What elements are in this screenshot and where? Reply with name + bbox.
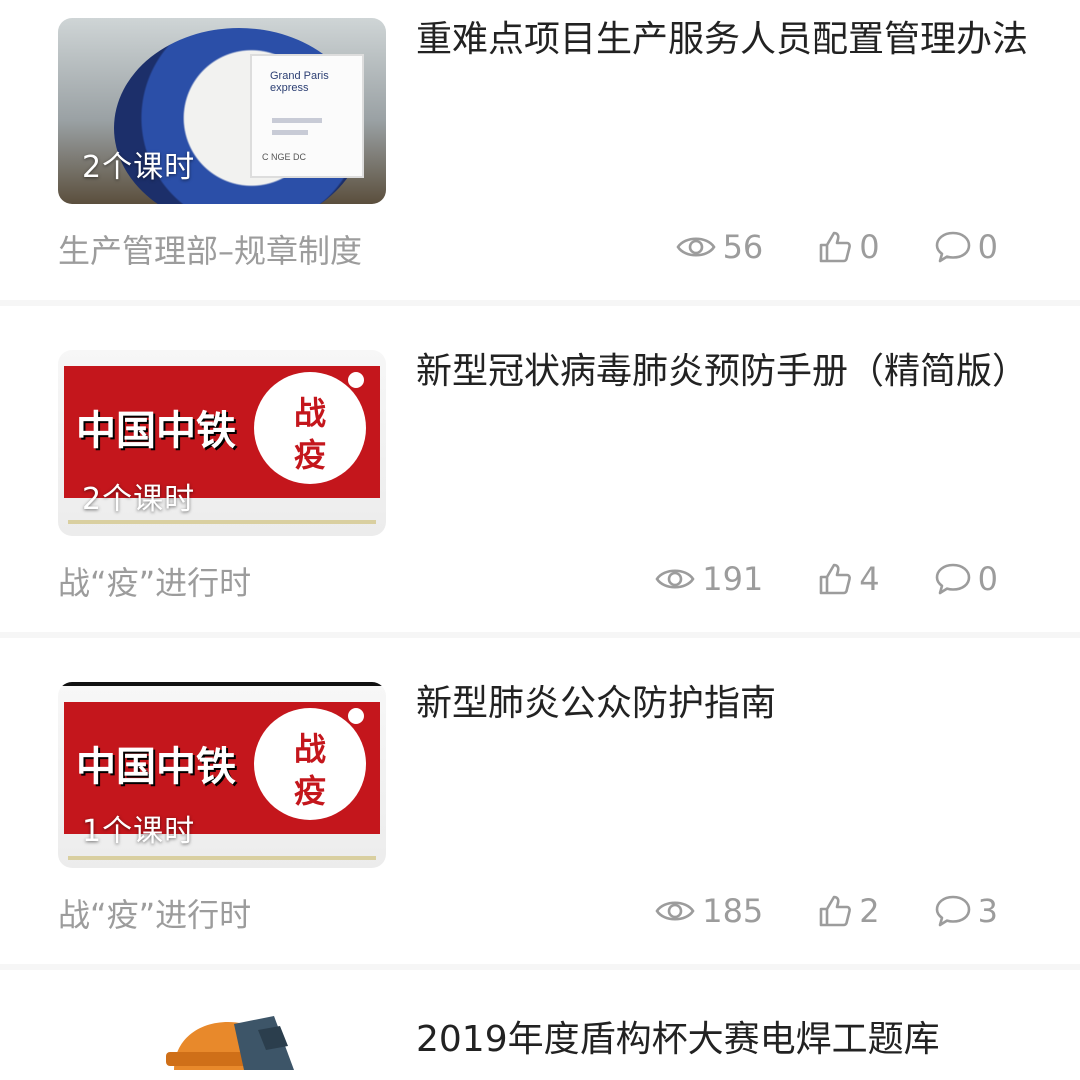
course-stats: 56 0 0 <box>675 224 998 270</box>
course-title[interactable]: 新型肺炎公众防护指南 <box>416 678 1036 730</box>
seal-emblem: 战 疫 <box>254 372 366 484</box>
course-category: 战“疫”进行时 <box>58 896 252 934</box>
logo-icon <box>346 706 366 726</box>
course-thumbnail[interactable]: 中国中铁 战 疫 2个课时 <box>58 350 386 536</box>
eye-icon <box>654 897 696 925</box>
comment-count[interactable]: 3 <box>934 892 998 930</box>
course-category: 生产管理部–规章制度 <box>58 232 363 270</box>
grand-paris-express-sign: Grand Paris express C NGE DC <box>250 54 364 178</box>
course-category: 战“疫”进行时 <box>58 564 252 602</box>
like-count[interactable]: 0 <box>817 228 880 266</box>
comment-bubble-icon[interactable] <box>934 229 972 265</box>
comment-bubble-icon[interactable] <box>934 561 972 597</box>
course-list: Grand Paris express C NGE DC 2个课时 重难点项目生… <box>0 0 1080 1070</box>
course-card[interactable]: Grand Paris express C NGE DC 2个课时 重难点项目生… <box>0 0 1080 300</box>
course-card[interactable]: 中国中铁 战 疫 1个课时 新型肺炎公众防护指南 战“疫”进行时 185 2 3 <box>0 664 1080 964</box>
course-card[interactable]: 中国中铁 战 疫 2个课时 新型冠状病毒肺炎预防手册（精简版） 战“疫”进行时 … <box>0 332 1080 632</box>
divider <box>0 632 1080 638</box>
divider <box>0 964 1080 970</box>
lesson-count: 1个课时 <box>82 814 196 849</box>
thumbs-up-icon[interactable] <box>817 893 853 929</box>
eye-icon <box>654 565 696 593</box>
course-title[interactable]: 新型冠状病毒肺炎预防手册（精简版） <box>416 346 1036 398</box>
lesson-count: 2个课时 <box>82 150 196 185</box>
view-count: 185 <box>654 892 763 930</box>
course-stats: 191 4 0 <box>654 556 998 602</box>
divider <box>0 300 1080 306</box>
course-thumbnail[interactable] <box>58 1000 386 1080</box>
course-thumbnail[interactable]: 中国中铁 战 疫 1个课时 <box>58 682 386 868</box>
logo-icon <box>346 370 366 390</box>
comment-count[interactable]: 0 <box>934 560 998 598</box>
course-title[interactable]: 2019年度盾构杯大赛电焊工题库 <box>416 1014 940 1066</box>
comment-count[interactable]: 0 <box>934 228 998 266</box>
course-title[interactable]: 重难点项目生产服务人员配置管理办法 <box>416 14 1036 66</box>
thumbs-up-icon[interactable] <box>817 561 853 597</box>
eye-icon <box>675 233 717 261</box>
like-count[interactable]: 4 <box>817 560 880 598</box>
view-count: 56 <box>675 228 763 266</box>
course-stats: 185 2 3 <box>654 888 998 934</box>
comment-bubble-icon[interactable] <box>934 893 972 929</box>
like-count[interactable]: 2 <box>817 892 880 930</box>
seal-emblem: 战 疫 <box>254 708 366 820</box>
lesson-count: 2个课时 <box>82 482 196 517</box>
view-count: 191 <box>654 560 763 598</box>
thumbs-up-icon[interactable] <box>817 229 853 265</box>
course-thumbnail[interactable]: Grand Paris express C NGE DC 2个课时 <box>58 18 386 204</box>
welder-helmet-illustration <box>166 1016 294 1070</box>
